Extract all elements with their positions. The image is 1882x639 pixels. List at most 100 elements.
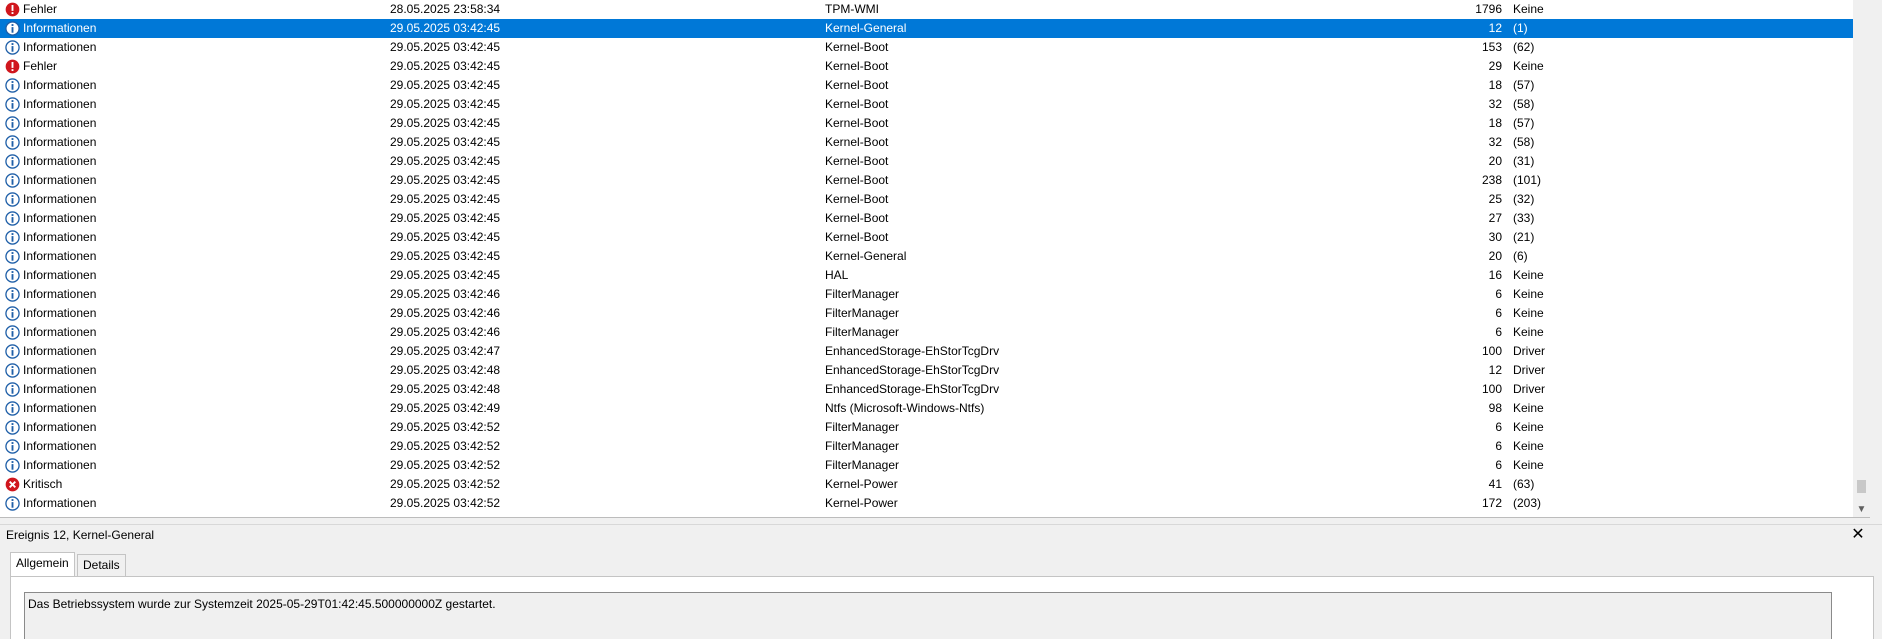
table-row[interactable]: Informationen 29.05.2025 03:42:45 Kernel-B… bbox=[0, 133, 1853, 152]
table-row[interactable]: Informationen 29.05.2025 03:42:45 Kernel-B… bbox=[0, 228, 1853, 247]
table-row[interactable]: Informationen 29.05.2025 03:42:45 Kernel-B… bbox=[0, 152, 1853, 171]
level-cell: Informationen bbox=[23, 439, 97, 453]
task-category-cell: (62) bbox=[1513, 40, 1535, 54]
event-id-cell: 6 bbox=[1495, 420, 1502, 434]
event-id-cell: 18 bbox=[1488, 78, 1502, 92]
event-id-cell: 172 bbox=[1481, 496, 1502, 510]
table-row[interactable]: Informationen 29.05.2025 03:42:49 Ntfs (Mi… bbox=[0, 399, 1853, 418]
info-icon bbox=[5, 247, 21, 266]
table-row[interactable]: Informationen 29.05.2025 03:42:45 Kernel-B… bbox=[0, 114, 1853, 133]
task-category-cell: (33) bbox=[1513, 211, 1535, 225]
table-row[interactable]: Fehler 29.05.2025 03:42:45 Kernel-Boot 29 Ke… bbox=[0, 57, 1853, 76]
date-cell: 29.05.2025 03:42:52 bbox=[390, 496, 501, 510]
source-cell: FilterManager bbox=[825, 287, 900, 301]
source-cell: Kernel-Power bbox=[825, 477, 898, 491]
table-row[interactable]: Informationen 29.05.2025 03:42:45 Kernel-B… bbox=[0, 209, 1853, 228]
table-row[interactable]: Kritisch 29.05.2025 03:42:52 Kernel-Power 4… bbox=[0, 475, 1853, 494]
event-id-cell: 25 bbox=[1488, 192, 1502, 206]
level-cell: Informationen bbox=[23, 78, 97, 92]
table-row[interactable]: Informationen 29.05.2025 03:42:52 FilterMa… bbox=[0, 437, 1853, 456]
vertical-scrollbar[interactable]: ▼ bbox=[1853, 0, 1870, 518]
date-cell: 29.05.2025 03:42:45 bbox=[390, 135, 501, 149]
task-category-cell: (57) bbox=[1513, 78, 1535, 92]
level-cell: Informationen bbox=[23, 268, 97, 282]
table-row[interactable]: Informationen 29.05.2025 03:42:52 FilterMa… bbox=[0, 456, 1853, 475]
event-id-cell: 18 bbox=[1488, 116, 1502, 130]
event-id-cell: 6 bbox=[1495, 306, 1502, 320]
event-id-cell: 6 bbox=[1495, 439, 1502, 453]
table-row[interactable]: Informationen 29.05.2025 03:42:45 Kernel-G… bbox=[0, 19, 1853, 38]
task-category-cell: (63) bbox=[1513, 477, 1535, 491]
table-row[interactable]: Informationen 29.05.2025 03:42:45 Kernel-G… bbox=[0, 247, 1853, 266]
info-icon bbox=[5, 380, 21, 399]
table-row[interactable]: Informationen 29.05.2025 03:42:46 FilterMa… bbox=[0, 323, 1853, 342]
level-cell: Informationen bbox=[23, 211, 97, 225]
tab-details[interactable]: Details bbox=[77, 554, 126, 576]
table-row[interactable]: Informationen 29.05.2025 03:42:45 Kernel-B… bbox=[0, 190, 1853, 209]
table-row[interactable]: Informationen 29.05.2025 03:42:46 FilterMa… bbox=[0, 285, 1853, 304]
event-id-cell: 6 bbox=[1495, 458, 1502, 472]
task-category-cell: (58) bbox=[1513, 97, 1535, 111]
task-category-cell: Keine bbox=[1513, 325, 1544, 339]
level-cell: Informationen bbox=[23, 344, 97, 358]
date-cell: 29.05.2025 03:42:45 bbox=[390, 40, 501, 54]
table-row[interactable]: Informationen 29.05.2025 03:42:48 Enhanced… bbox=[0, 380, 1853, 399]
info-icon bbox=[5, 228, 21, 247]
event-id-cell: 30 bbox=[1488, 230, 1502, 244]
divider bbox=[0, 517, 1870, 518]
source-cell: TPM-WMI bbox=[825, 2, 879, 16]
tab-allgemein[interactable]: Allgemein bbox=[10, 552, 75, 576]
task-category-cell: (31) bbox=[1513, 154, 1535, 168]
task-category-cell: (58) bbox=[1513, 135, 1535, 149]
info-icon bbox=[5, 304, 21, 323]
table-row[interactable]: Informationen 29.05.2025 03:42:45 Kernel-B… bbox=[0, 95, 1853, 114]
level-cell: Informationen bbox=[23, 135, 97, 149]
level-cell: Informationen bbox=[23, 173, 97, 187]
info-icon bbox=[5, 456, 21, 475]
task-category-cell: (6) bbox=[1513, 249, 1528, 263]
source-cell: Kernel-Power bbox=[825, 496, 898, 510]
scrollbar-thumb[interactable] bbox=[1857, 480, 1866, 493]
source-cell: Kernel-Boot bbox=[825, 211, 889, 225]
event-list[interactable]: Fehler 28.05.2025 23:58:34 TPM-WMI 1796 Kein… bbox=[0, 0, 1870, 518]
date-cell: 29.05.2025 03:42:45 bbox=[390, 78, 501, 92]
table-row[interactable]: Informationen 29.05.2025 03:42:46 FilterMa… bbox=[0, 304, 1853, 323]
date-cell: 29.05.2025 03:42:52 bbox=[390, 420, 501, 434]
table-row[interactable]: Informationen 29.05.2025 03:42:48 Enhanced… bbox=[0, 361, 1853, 380]
table-row[interactable]: Informationen 29.05.2025 03:42:45 Kernel-B… bbox=[0, 38, 1853, 57]
info-icon bbox=[5, 361, 21, 380]
event-detail-title: Ereignis 12, Kernel-General bbox=[6, 528, 155, 542]
level-cell: Informationen bbox=[23, 116, 97, 130]
table-row[interactable]: Informationen 29.05.2025 03:42:45 Kernel-B… bbox=[0, 171, 1853, 190]
level-cell: Fehler bbox=[23, 2, 58, 16]
date-cell: 29.05.2025 03:42:45 bbox=[390, 211, 501, 225]
table-row[interactable]: Informationen 29.05.2025 03:42:52 Kernel-P… bbox=[0, 494, 1853, 513]
event-id-cell: 32 bbox=[1488, 135, 1502, 149]
info-icon bbox=[5, 285, 21, 304]
table-row[interactable]: Informationen 29.05.2025 03:42:45 Kernel-B… bbox=[0, 76, 1853, 95]
date-cell: 29.05.2025 03:42:45 bbox=[390, 97, 501, 111]
date-cell: 29.05.2025 03:42:45 bbox=[390, 173, 501, 187]
event-id-cell: 41 bbox=[1488, 477, 1502, 491]
table-row[interactable]: Fehler 28.05.2025 23:58:34 TPM-WMI 1796 Kein… bbox=[0, 0, 1853, 19]
close-icon[interactable]: ✕ bbox=[1849, 525, 1867, 545]
scroll-down-arrow-icon[interactable]: ▼ bbox=[1855, 503, 1868, 516]
task-category-cell: (32) bbox=[1513, 192, 1535, 206]
table-row[interactable]: Informationen 29.05.2025 03:42:52 FilterMa… bbox=[0, 418, 1853, 437]
source-cell: Kernel-Boot bbox=[825, 40, 889, 54]
table-row[interactable]: Informationen 29.05.2025 03:42:47 Enhanced… bbox=[0, 342, 1853, 361]
table-row[interactable]: Informationen 29.05.2025 03:42:45 HAL 16 Kei… bbox=[0, 266, 1853, 285]
tab-content-general: Das Betriebssystem wurde zur Systemzeit … bbox=[10, 576, 1874, 639]
source-cell: Kernel-Boot bbox=[825, 97, 889, 111]
event-id-cell: 6 bbox=[1495, 325, 1502, 339]
task-category-cell: Keine bbox=[1513, 268, 1544, 282]
date-cell: 29.05.2025 03:42:48 bbox=[390, 363, 501, 377]
date-cell: 29.05.2025 03:42:46 bbox=[390, 325, 501, 339]
source-cell: Kernel-Boot bbox=[825, 135, 889, 149]
event-id-cell: 27 bbox=[1488, 211, 1502, 225]
event-description-box[interactable]: Das Betriebssystem wurde zur Systemzeit … bbox=[24, 592, 1832, 639]
level-cell: Informationen bbox=[23, 230, 97, 244]
info-icon bbox=[5, 437, 21, 456]
task-category-cell: Driver bbox=[1513, 344, 1545, 358]
event-id-cell: 98 bbox=[1488, 401, 1502, 415]
